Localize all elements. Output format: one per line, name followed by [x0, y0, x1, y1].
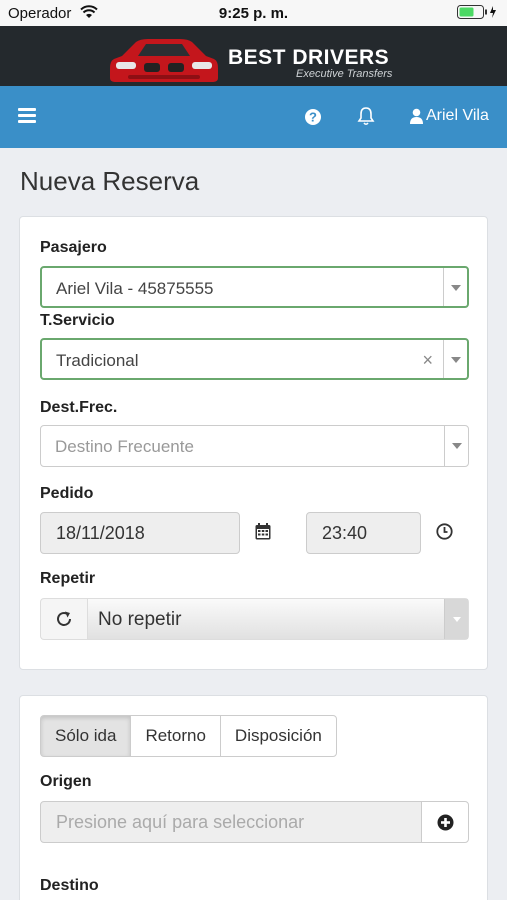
chevron-down-icon	[443, 340, 467, 378]
brand-name: BEST DRIVERS	[228, 46, 390, 69]
tab-solo-ida[interactable]: Sólo ida	[40, 715, 132, 757]
brand-header: BEST DRIVERS Executive Transfers	[0, 26, 507, 86]
origen-placeholder: Presione aquí para seleccionar	[56, 812, 305, 832]
servicio-select[interactable]: Tradicional ×	[40, 338, 469, 380]
servicio-label: T.Servicio	[40, 312, 115, 329]
tab-retorno[interactable]: Retorno	[130, 715, 221, 757]
chevron-down-icon	[443, 268, 467, 306]
chevron-down-icon	[444, 426, 468, 466]
origen-input[interactable]: Presione aquí para seleccionar	[40, 801, 422, 843]
pedido-date-value: 18/11/2018	[56, 523, 145, 543]
pasajero-value: Ariel Vila - 45875555	[56, 279, 214, 298]
servicio-value: Tradicional	[56, 351, 139, 370]
pedido-time-value: 23:40	[322, 523, 368, 543]
origen-label: Origen	[40, 773, 92, 790]
trip-card: Sólo ida Retorno Disposición Origen Pres…	[19, 695, 488, 900]
user-icon	[410, 108, 423, 124]
svg-text:?: ?	[309, 110, 317, 125]
page-title: Nueva Reserva	[20, 166, 200, 196]
chevron-down-icon	[444, 599, 468, 639]
question-circle-icon[interactable]: ?	[304, 108, 322, 131]
bell-icon[interactable]	[357, 106, 375, 131]
car-logo-icon	[110, 39, 218, 82]
clock-time: 9:25 p. m.	[218, 5, 289, 22]
battery-icon	[457, 5, 499, 23]
repetir-label: Repetir	[40, 570, 96, 587]
refresh-button[interactable]	[40, 598, 88, 640]
clear-icon[interactable]: ×	[422, 350, 433, 371]
calendar-icon[interactable]	[255, 523, 271, 545]
refresh-icon	[57, 611, 71, 626]
clock-icon[interactable]	[436, 523, 453, 545]
status-bar: Operador 9:25 p. m.	[0, 0, 507, 26]
pedido-date-input[interactable]: 18/11/2018	[40, 512, 240, 554]
reservation-details-card: Pasajero Ariel Vila - 45875555 T.Servici…	[19, 216, 488, 670]
pasajero-select[interactable]: Ariel Vila - 45875555	[40, 266, 469, 308]
top-navbar: ? Ariel Vila	[0, 86, 507, 148]
pasajero-label: Pasajero	[40, 239, 107, 256]
destino-frecuente-placeholder: Destino Frecuente	[55, 437, 194, 456]
repetir-select[interactable]: No repetir	[87, 598, 469, 640]
menu-icon[interactable]	[18, 108, 36, 124]
add-origen-button[interactable]	[421, 801, 469, 843]
pedido-time-input[interactable]: 23:40	[306, 512, 421, 554]
trip-type-tabs: Sólo ida Retorno Disposición	[40, 715, 337, 757]
pedido-label: Pedido	[40, 485, 94, 502]
user-menu[interactable]: Ariel Vila	[410, 107, 489, 125]
user-name: Ariel Vila	[426, 107, 489, 124]
destino-frecuente-select[interactable]: Destino Frecuente	[40, 425, 469, 467]
destino-frecuente-label: Dest.Frec.	[40, 399, 118, 416]
brand-tagline: Executive Transfers	[296, 68, 393, 80]
repetir-value: No repetir	[98, 609, 182, 630]
destino-label: Destino	[40, 877, 99, 894]
tab-disposicion[interactable]: Disposición	[219, 715, 337, 757]
plus-circle-icon	[437, 814, 454, 831]
